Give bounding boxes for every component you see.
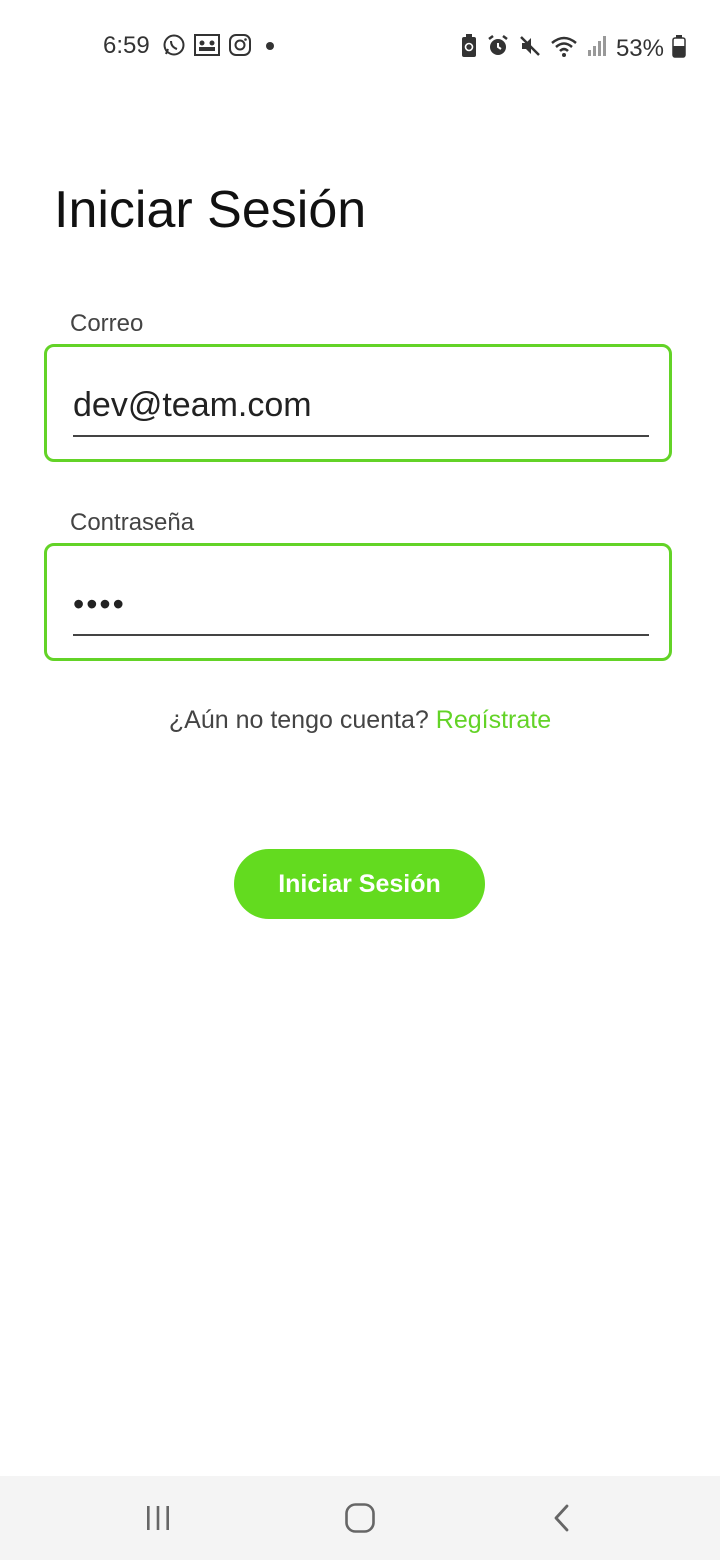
password-field[interactable] xyxy=(73,574,649,636)
recent-apps-icon[interactable] xyxy=(128,1496,188,1540)
login-button[interactable]: Iniciar Sesión xyxy=(234,849,485,919)
home-icon[interactable] xyxy=(330,1496,390,1540)
page-title: Iniciar Sesión xyxy=(54,181,367,239)
status-bar: 6:59 53% xyxy=(0,0,720,92)
status-time: 6:59 xyxy=(103,32,150,59)
wifi-icon xyxy=(550,34,578,63)
mute-icon xyxy=(518,34,542,63)
whatsapp-icon xyxy=(162,33,186,62)
register-prompt: ¿Aún no tengo cuenta? xyxy=(168,706,429,734)
dot-icon xyxy=(260,33,280,62)
battery-icon xyxy=(672,34,686,63)
system-icons: 53% xyxy=(460,33,686,64)
back-icon[interactable] xyxy=(532,1496,592,1540)
register-link[interactable]: Regístrate xyxy=(436,706,551,734)
email-field-container xyxy=(44,344,672,462)
battery-saver-icon xyxy=(460,33,478,64)
password-field-container xyxy=(44,543,672,661)
navigation-bar xyxy=(0,1476,720,1560)
battery-percent: 53% xyxy=(615,34,664,62)
gallery-icon xyxy=(194,34,220,61)
signal-icon xyxy=(586,34,608,63)
email-field[interactable] xyxy=(73,375,649,437)
notification-icons xyxy=(162,33,280,62)
email-label: Correo xyxy=(70,310,144,337)
instagram-icon xyxy=(228,33,252,62)
alarm-icon xyxy=(486,34,510,63)
password-label: Contraseña xyxy=(70,509,195,536)
register-prompt-line: ¿Aún no tengo cuenta? Regístrate xyxy=(0,706,720,735)
